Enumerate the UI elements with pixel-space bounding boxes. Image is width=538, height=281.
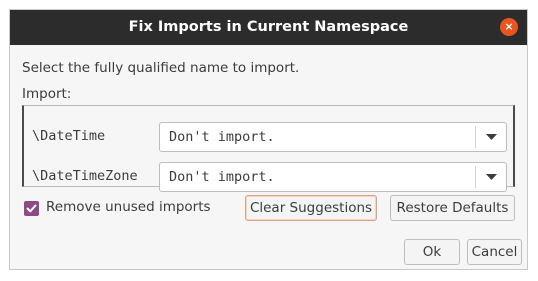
close-icon: ×	[504, 20, 514, 33]
import-list: \DateTime Don't import. \DateTimeZone Do…	[22, 105, 515, 192]
remove-unused-checkbox[interactable]	[24, 201, 39, 216]
remove-unused-label[interactable]: Remove unused imports	[46, 199, 211, 215]
import-select-datetimezone[interactable]: Don't import.	[159, 162, 507, 192]
close-button[interactable]: ×	[500, 18, 518, 36]
chevron-down-icon[interactable]	[476, 123, 506, 151]
dialog-title: Fix Imports in Current Namespace	[128, 19, 409, 35]
instruction-text: Select the fully qualified name to impor…	[22, 60, 300, 76]
fix-imports-dialog: Fix Imports in Current Namespace × Selec…	[9, 9, 528, 270]
import-select-value: Don't import.	[169, 169, 275, 185]
import-select-value: Don't import.	[169, 129, 275, 145]
clear-suggestions-button[interactable]: Clear Suggestions	[245, 195, 377, 221]
import-section-label: Import:	[22, 86, 72, 102]
cancel-button[interactable]: Cancel	[467, 239, 522, 265]
import-name-datetime: \DateTime	[32, 128, 106, 144]
checkmark-icon	[26, 204, 37, 213]
import-name-datetimezone: \DateTimeZone	[32, 168, 138, 184]
import-select-datetime[interactable]: Don't import.	[159, 122, 507, 152]
restore-defaults-button[interactable]: Restore Defaults	[390, 195, 515, 221]
ok-button[interactable]: Ok	[404, 239, 460, 265]
title-bar: Fix Imports in Current Namespace ×	[10, 10, 527, 45]
chevron-down-icon[interactable]	[476, 163, 506, 191]
